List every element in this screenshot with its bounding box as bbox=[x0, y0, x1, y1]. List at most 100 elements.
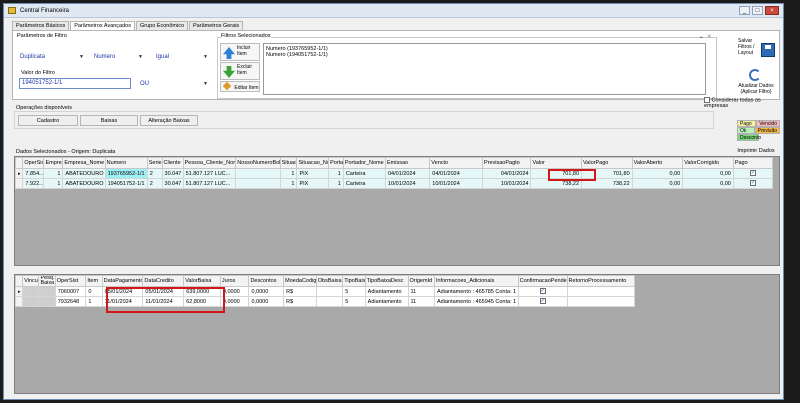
cell[interactable]: 04/01/2024 bbox=[384, 168, 431, 179]
cell[interactable]: 0,00 bbox=[631, 178, 684, 189]
column-header[interactable]: Portador bbox=[328, 157, 344, 169]
baixas-button[interactable]: Baixas bbox=[80, 115, 138, 126]
selected-filters-list[interactable]: Numero (193765952-1/1) Numero (194051752… bbox=[263, 43, 706, 95]
cell[interactable]: 193765952-1/1 bbox=[104, 168, 148, 179]
column-header[interactable]: Situacao_Nome bbox=[296, 157, 330, 169]
consider-all-companies-checkbox[interactable]: Considerar todas as empresas bbox=[704, 97, 783, 109]
cell[interactable]: Adiantamento : 465945 Conta: 1 1 bbox=[434, 296, 519, 307]
include-item-button[interactable]: Incluir Item bbox=[220, 43, 260, 61]
cell[interactable]: 11 bbox=[407, 296, 435, 307]
field1-select[interactable]: Duplicata ▼ bbox=[17, 51, 87, 62]
cell[interactable]: 7060007 bbox=[54, 286, 87, 297]
cell[interactable]: R$ bbox=[283, 296, 317, 307]
column-header[interactable]: Empresa_Nome bbox=[62, 157, 106, 169]
column-header[interactable]: OrigemId bbox=[407, 275, 435, 287]
column-header[interactable]: ValorCorrigido bbox=[682, 157, 734, 169]
exclude-item-button[interactable]: Excluir Item bbox=[220, 62, 260, 80]
cell[interactable]: Carteira bbox=[342, 168, 386, 179]
cell[interactable]: 1 bbox=[43, 168, 64, 179]
cell[interactable]: 1 bbox=[43, 178, 64, 189]
cell[interactable]: 5 bbox=[342, 296, 366, 307]
tab-parametros-basicos[interactable]: Parâmetros Básicos bbox=[12, 21, 70, 30]
column-header[interactable]: Emissao bbox=[384, 157, 431, 169]
alteracao-baixas-button[interactable]: Alteração Baixas bbox=[140, 115, 198, 126]
cell[interactable]: 30.047 bbox=[161, 168, 184, 179]
cell[interactable]: 30.047 bbox=[161, 178, 184, 189]
cell[interactable]: PIX bbox=[296, 168, 330, 179]
column-header[interactable]: Pesq. Baixa bbox=[38, 275, 56, 287]
chevron-down-icon[interactable]: ⌄ bbox=[699, 34, 704, 40]
cell[interactable]: ABATEDOURO ... bbox=[62, 168, 106, 179]
column-header[interactable]: DataCredito bbox=[142, 275, 185, 287]
cell[interactable]: 1 bbox=[328, 168, 344, 179]
cell[interactable]: Carteira bbox=[342, 178, 386, 189]
column-header[interactable]: ValorAberto bbox=[631, 157, 684, 169]
paid-checkbox[interactable]: ✓ bbox=[732, 168, 774, 179]
cell[interactable]: 04/01/2024 bbox=[429, 168, 483, 179]
close-button[interactable]: × bbox=[765, 6, 779, 15]
clear-filters-icon[interactable]: ✕ bbox=[707, 34, 712, 40]
tab-parametros-avancados[interactable]: Parâmetros Avançados bbox=[70, 21, 135, 30]
cell[interactable]: PIX bbox=[296, 178, 330, 189]
cell[interactable]: 11 bbox=[407, 286, 435, 297]
cell[interactable]: R$ bbox=[283, 286, 317, 297]
column-header[interactable]: Situacao bbox=[279, 157, 298, 169]
cell[interactable] bbox=[235, 178, 281, 189]
confirm-pending-checkbox[interactable]: ✓ bbox=[517, 296, 568, 307]
refresh-data-button[interactable]: Atualizar Dados (Aplicar Filtro) bbox=[733, 82, 779, 96]
selected-filter-item[interactable]: Numero (194051752-1/1) bbox=[266, 52, 703, 58]
cell[interactable]: Adiantamento bbox=[364, 296, 409, 307]
cell[interactable]: ABATEDOURO ... bbox=[62, 178, 106, 189]
column-header[interactable]: DataPagamento bbox=[101, 275, 144, 287]
cell[interactable]: 0,0000 bbox=[248, 296, 285, 307]
column-header[interactable]: Cliente bbox=[161, 157, 184, 169]
column-header[interactable]: ConfirmacaoPendente bbox=[517, 275, 568, 287]
cell[interactable]: Adiantamento bbox=[364, 286, 409, 297]
column-header[interactable]: Valor bbox=[530, 157, 583, 169]
cell[interactable]: 51.807.127 LUC... bbox=[182, 168, 237, 179]
cell[interactable]: 10/01/2024 bbox=[429, 178, 483, 189]
cell[interactable]: 10/01/2024 bbox=[481, 178, 532, 189]
confirm-pending-checkbox[interactable]: ✓ bbox=[517, 286, 568, 297]
column-header[interactable]: RetornoProcessamento bbox=[566, 275, 636, 287]
table-row[interactable]: 7.922... 1 ABATEDOURO ... 194051752-1/1 … bbox=[15, 178, 774, 189]
column-header[interactable]: TipoBaixaDesc bbox=[364, 275, 409, 287]
cell[interactable]: 1 bbox=[328, 178, 344, 189]
cell[interactable]: 2 bbox=[146, 178, 163, 189]
tab-grupo-economico[interactable]: Grupo Econômico bbox=[135, 21, 189, 30]
minimize-button[interactable]: _ bbox=[739, 6, 750, 15]
cell[interactable]: 2 bbox=[146, 168, 163, 179]
vinculo-button[interactable] bbox=[22, 286, 40, 297]
cell[interactable]: 7932648 bbox=[54, 296, 87, 307]
cell[interactable]: 7.922... bbox=[22, 178, 45, 189]
cell[interactable] bbox=[315, 296, 344, 307]
tab-parametros-gerais[interactable]: Parâmetros Gerais bbox=[189, 21, 244, 30]
pesq-baixa-button[interactable] bbox=[38, 286, 56, 297]
column-header[interactable]: Pessoa_Cliente_Nome bbox=[182, 157, 237, 169]
column-header[interactable]: Item bbox=[85, 275, 103, 287]
cell[interactable]: Adiantamento : 465785 Conta: 1 1 bbox=[434, 286, 519, 297]
connector-select[interactable]: OU ▼ bbox=[137, 78, 211, 89]
cell[interactable]: 194051752-1/1 bbox=[104, 178, 148, 189]
filter-value-input[interactable]: 194051752-1/1 bbox=[19, 78, 131, 89]
column-header[interactable]: Pago bbox=[732, 157, 774, 169]
field2-select[interactable]: Numero ▼ bbox=[91, 51, 146, 62]
column-header[interactable]: PrevisaoPagto bbox=[481, 157, 532, 169]
column-header[interactable]: Juros bbox=[219, 275, 250, 287]
cell[interactable]: 5 bbox=[342, 286, 366, 297]
cell[interactable] bbox=[235, 168, 281, 179]
column-header[interactable]: Informacoes_Adicionais bbox=[434, 275, 519, 287]
cell[interactable]: 0,00 bbox=[682, 178, 734, 189]
cell[interactable]: 1 bbox=[279, 178, 298, 189]
column-header[interactable]: Vencto bbox=[429, 157, 483, 169]
column-header[interactable]: ValorPago bbox=[581, 157, 633, 169]
operator-select[interactable]: Igual ▼ bbox=[153, 51, 211, 62]
pesq-baixa-button[interactable] bbox=[38, 296, 56, 307]
cell[interactable]: 0,00 bbox=[682, 168, 734, 179]
column-header[interactable]: Vinculo bbox=[22, 275, 40, 287]
column-header[interactable]: NossoNumeroBole bbox=[235, 157, 281, 169]
column-header[interactable]: Descontos bbox=[248, 275, 285, 287]
cell[interactable]: 1 bbox=[85, 296, 103, 307]
column-header[interactable]: Numero bbox=[104, 157, 148, 169]
edit-item-button[interactable]: Editar Item bbox=[220, 81, 260, 92]
